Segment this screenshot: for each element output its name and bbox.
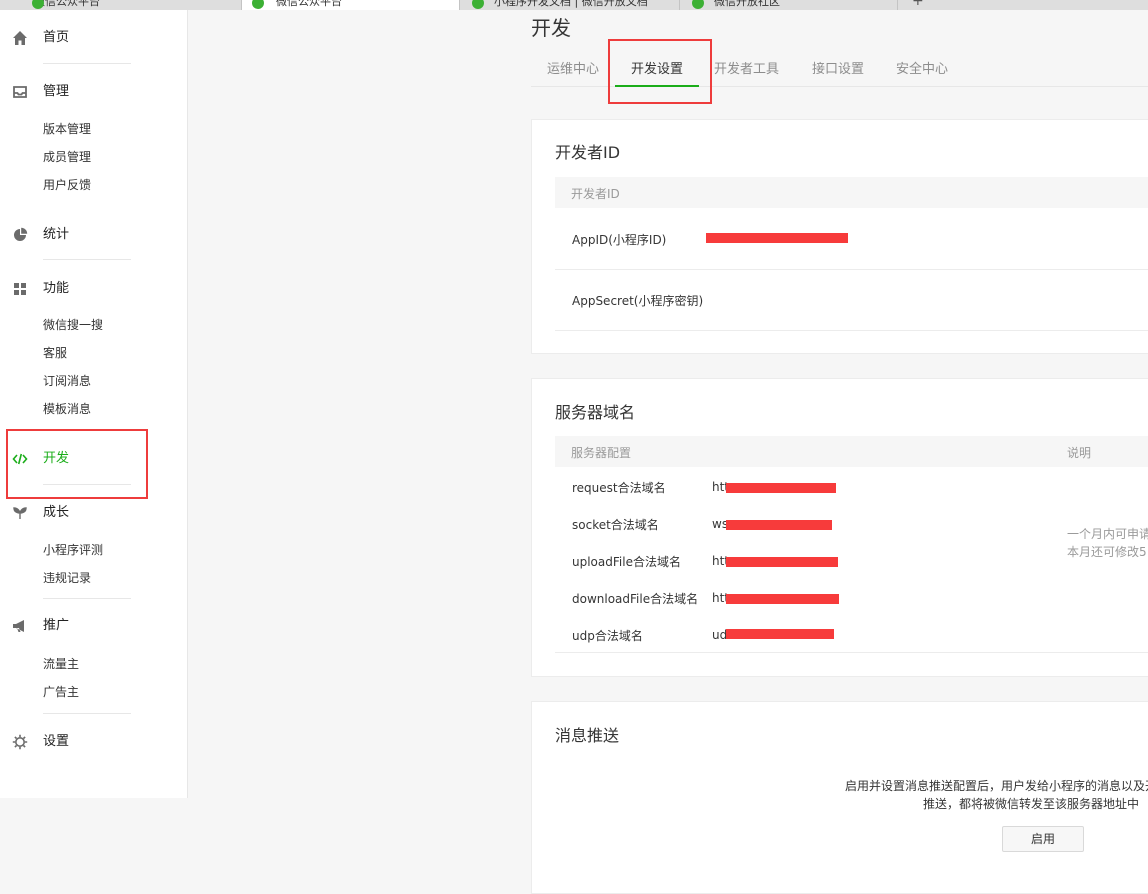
card-title: 开发者ID bbox=[555, 143, 621, 162]
server-domain-card: 服务器域名 服务器配置 说明 request合法域名 htt socket合法域… bbox=[531, 378, 1148, 677]
redaction-mark bbox=[726, 557, 838, 567]
nav-divider bbox=[43, 259, 131, 260]
column-header-config: 服务器配置 bbox=[571, 446, 632, 460]
redaction-mark bbox=[726, 483, 836, 493]
socket-domain-label: socket合法域名 bbox=[572, 518, 659, 532]
sidebar-item-version[interactable]: 版本管理 bbox=[43, 121, 91, 137]
sidebar-item-evaluation[interactable]: 小程序评测 bbox=[43, 542, 103, 558]
domain-desc-line2: 本月还可修改5 bbox=[1067, 545, 1147, 559]
browser-tab-active[interactable]: 微信公众平台 bbox=[242, 0, 460, 10]
tab-ops-center[interactable]: 运维中心 bbox=[547, 60, 599, 80]
table-header: 服务器配置 说明 bbox=[555, 436, 1148, 467]
udp-domain-label: udp合法域名 bbox=[572, 629, 643, 643]
sidebar-item-settings[interactable]: 设置 bbox=[0, 732, 188, 752]
udp-domain-value: ud bbox=[712, 628, 728, 642]
tab-api-settings[interactable]: 接口设置 bbox=[812, 60, 864, 80]
card-title: 消息推送 bbox=[555, 726, 620, 745]
appid-label: AppID(小程序ID) bbox=[572, 233, 667, 247]
redaction-mark bbox=[726, 520, 832, 530]
nav-divider bbox=[43, 63, 131, 64]
sidebar-item-template-msg[interactable]: 模板消息 bbox=[43, 401, 91, 417]
push-desc-line2: 推送，都将被微信转发至该服务器地址中 bbox=[923, 797, 1140, 811]
sprout-icon bbox=[12, 505, 28, 521]
sidebar-item-customer-service[interactable]: 客服 bbox=[43, 345, 67, 361]
sidebar-item-stats[interactable]: 统计 bbox=[0, 225, 188, 245]
new-tab-button[interactable]: + bbox=[912, 0, 924, 9]
browser-tab-strip: 微信公众平台 微信公众平台 小程序开发文档 | 微信开放文档 微信开放社区 + bbox=[0, 0, 1148, 10]
sidebar-item-growth[interactable]: 成长 bbox=[0, 503, 188, 523]
nav-divider bbox=[43, 713, 131, 714]
grid-icon bbox=[12, 281, 28, 297]
sidebar-item-features[interactable]: 功能 bbox=[0, 279, 188, 299]
redaction-mark bbox=[706, 233, 848, 243]
sidebar-item-members[interactable]: 成员管理 bbox=[43, 149, 91, 165]
code-icon bbox=[12, 451, 28, 467]
row-divider bbox=[555, 269, 1148, 270]
megaphone-icon bbox=[12, 618, 28, 634]
gear-icon bbox=[12, 734, 28, 750]
nav-divider bbox=[43, 598, 131, 599]
downloadfile-domain-label: downloadFile合法域名 bbox=[572, 592, 699, 606]
tab-dev-tools[interactable]: 开发者工具 bbox=[714, 60, 779, 80]
sidebar-item-develop[interactable]: 开发 bbox=[0, 449, 188, 469]
uploadfile-domain-label: uploadFile合法域名 bbox=[572, 555, 681, 569]
developer-id-card: 开发者ID 开发者ID AppID(小程序ID) wx AppSecret(小程… bbox=[531, 119, 1148, 354]
wechat-icon bbox=[252, 0, 264, 9]
tab-security-center[interactable]: 安全中心 bbox=[896, 60, 948, 80]
message-push-card: 消息推送 启用并设置消息推送配置后，用户发给小程序的消息以及开 推送，都将被微信… bbox=[531, 701, 1148, 894]
redaction-mark bbox=[726, 629, 834, 639]
redaction-mark bbox=[726, 594, 839, 604]
sidebar-item-home[interactable]: 首页 bbox=[0, 28, 188, 48]
wechat-icon bbox=[692, 0, 704, 9]
inbox-icon bbox=[12, 84, 28, 100]
browser-tab[interactable]: 微信开放社区 bbox=[680, 0, 898, 10]
request-domain-label: request合法域名 bbox=[572, 481, 666, 495]
sidebar-item-feedback[interactable]: 用户反馈 bbox=[43, 177, 91, 193]
pie-chart-icon bbox=[12, 227, 28, 243]
sidebar-item-promote[interactable]: 推广 bbox=[0, 616, 188, 636]
column-header: 开发者ID bbox=[571, 187, 620, 201]
wechat-icon bbox=[472, 0, 484, 9]
enable-button[interactable]: 启用 bbox=[1002, 826, 1084, 852]
browser-tab[interactable]: 小程序开发文档 | 微信开放文档 bbox=[460, 0, 680, 10]
column-header-desc: 说明 bbox=[1067, 446, 1092, 460]
tab-bar: 运维中心 开发设置 开发者工具 接口设置 安全中心 bbox=[531, 60, 1148, 87]
sidebar-item-advertiser[interactable]: 广告主 bbox=[43, 684, 79, 700]
row-divider bbox=[555, 652, 1148, 653]
push-desc-line1: 启用并设置消息推送配置后，用户发给小程序的消息以及开 bbox=[845, 779, 1148, 793]
row-divider bbox=[555, 330, 1148, 331]
domain-desc-line1: 一个月内可申请 bbox=[1067, 527, 1148, 541]
browser-tab[interactable]: 微信公众平台 bbox=[0, 0, 242, 10]
card-title: 服务器域名 bbox=[555, 403, 636, 422]
nav-divider bbox=[43, 484, 131, 485]
sidebar-item-violations[interactable]: 违规记录 bbox=[43, 570, 91, 586]
tab-dev-settings[interactable]: 开发设置 bbox=[631, 60, 683, 80]
active-tab-indicator bbox=[615, 85, 699, 87]
sidebar-item-manage[interactable]: 管理 bbox=[0, 82, 188, 102]
sidebar-item-wechat-search[interactable]: 微信搜一搜 bbox=[43, 317, 103, 333]
appsecret-label: AppSecret(小程序密钥) bbox=[572, 294, 704, 308]
table-header: 开发者ID bbox=[555, 177, 1148, 208]
home-icon bbox=[12, 30, 28, 46]
sidebar-item-traffic-owner[interactable]: 流量主 bbox=[43, 656, 79, 672]
sidebar-item-subscribe-msg[interactable]: 订阅消息 bbox=[43, 373, 91, 389]
sidebar: 首页 管理 版本管理 成员管理 用户反馈 统计 功能 微信搜一搜 客服 订阅消息… bbox=[0, 10, 188, 798]
page-title: 开发 bbox=[531, 16, 571, 40]
